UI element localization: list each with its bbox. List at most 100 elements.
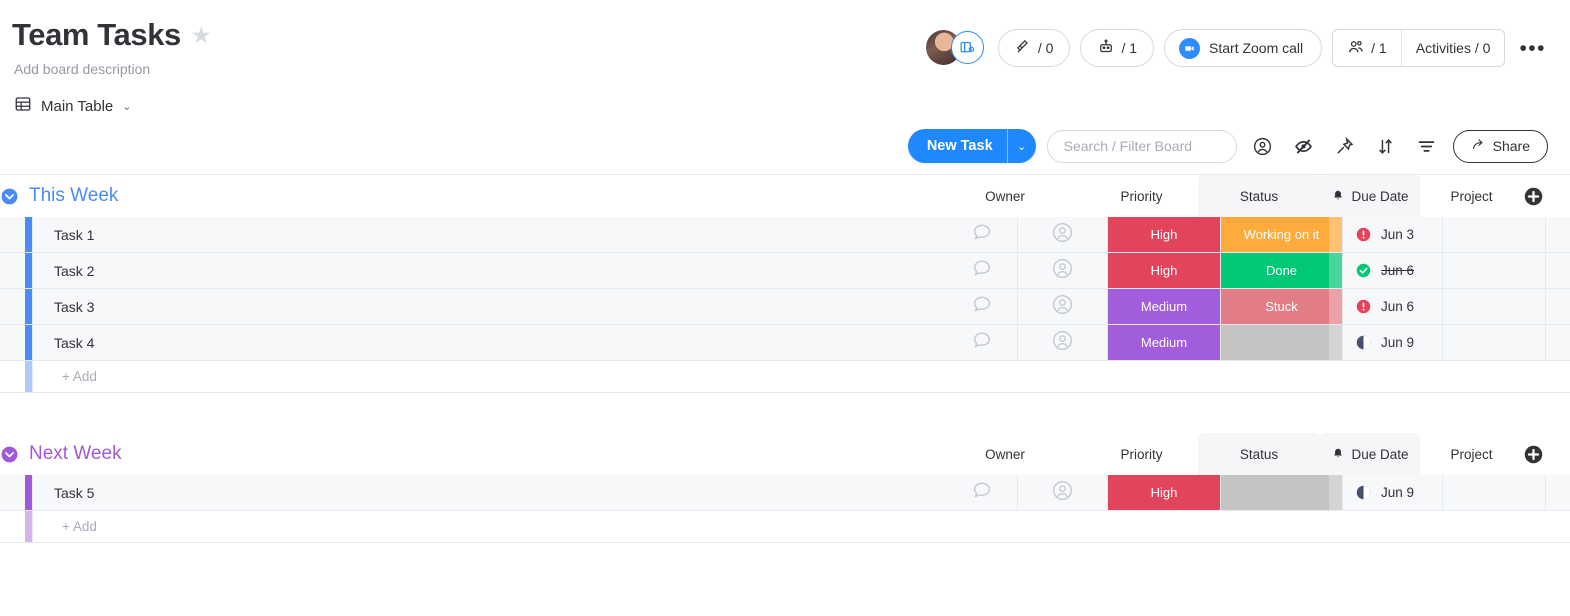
column-header-project[interactable]: Project: [1420, 433, 1523, 475]
add-task-row[interactable]: + Add: [0, 511, 1570, 544]
column-header-status[interactable]: Status: [1198, 433, 1320, 476]
task-name-cell[interactable]: Task 3: [32, 289, 947, 325]
search-box[interactable]: [1046, 129, 1237, 163]
group-title[interactable]: Next Week: [29, 443, 122, 465]
table-row[interactable]: Task 1 High Working on it Jun 3: [0, 217, 1570, 254]
owner-avatar-placeholder[interactable]: [1051, 329, 1074, 357]
priority-cell[interactable]: High: [1107, 475, 1220, 511]
column-header-status[interactable]: Status: [1198, 175, 1320, 218]
table-row[interactable]: Task 5 High Jun 9: [0, 475, 1570, 512]
extra-column-cell[interactable]: [1545, 217, 1570, 253]
extra-column-cell[interactable]: [1545, 475, 1570, 511]
conversation-bubble-icon[interactable]: [971, 257, 993, 284]
members-button[interactable]: / 1: [1333, 30, 1401, 66]
integrations-button[interactable]: / 0: [997, 29, 1071, 67]
priority-cell[interactable]: Medium: [1107, 289, 1220, 325]
extra-column-cell[interactable]: [1545, 325, 1570, 361]
conversation-cell[interactable]: [947, 289, 1017, 324]
filter-funnel-icon[interactable]: [1412, 131, 1442, 161]
due-date-cell[interactable]: Jun 9: [1342, 475, 1442, 511]
column-header-priority[interactable]: Priority: [1085, 433, 1198, 475]
add-task-label[interactable]: + Add: [32, 361, 1570, 393]
task-name-cell[interactable]: Task 4: [32, 325, 947, 361]
due-status-done-icon: [1355, 262, 1372, 279]
project-cell[interactable]: [1442, 289, 1545, 325]
owner-avatar-placeholder[interactable]: [1051, 293, 1074, 321]
column-header-due-date[interactable]: Due Date: [1320, 175, 1420, 218]
status-cell[interactable]: [1220, 325, 1342, 361]
conversation-cell[interactable]: [947, 253, 1017, 288]
conversation-cell[interactable]: [947, 475, 1017, 510]
due-date-cell[interactable]: Jun 9: [1342, 325, 1442, 361]
conversation-bubble-icon[interactable]: [971, 221, 993, 248]
extra-column-cell[interactable]: [1545, 289, 1570, 325]
conversation-cell[interactable]: [947, 325, 1017, 360]
add-task-row[interactable]: + Add: [0, 361, 1570, 394]
column-header-owner[interactable]: Owner: [925, 175, 1085, 217]
status-cell[interactable]: [1220, 475, 1342, 511]
owner-cell[interactable]: [1017, 289, 1107, 325]
column-header-due-date[interactable]: Due Date: [1320, 433, 1420, 476]
eye-off-icon[interactable]: [1289, 131, 1319, 161]
chevron-down-icon[interactable]: ⌄: [122, 100, 131, 113]
person-circle-icon[interactable]: [1248, 131, 1278, 161]
task-name-cell[interactable]: Task 1: [32, 217, 947, 253]
owner-cell[interactable]: [1017, 253, 1107, 289]
project-cell[interactable]: [1442, 253, 1545, 289]
extra-column-cell[interactable]: [1545, 253, 1570, 289]
table-row[interactable]: Task 4 Medium Jun 9: [0, 325, 1570, 362]
priority-cell[interactable]: High: [1107, 253, 1220, 289]
star-icon[interactable]: ★: [191, 23, 212, 47]
conversation-cell[interactable]: [947, 217, 1017, 252]
priority-cell[interactable]: Medium: [1107, 325, 1220, 361]
activities-button[interactable]: Activities / 0: [1400, 30, 1505, 66]
project-cell[interactable]: [1442, 217, 1545, 253]
search-input[interactable]: [1063, 138, 1220, 155]
priority-cell[interactable]: High: [1107, 217, 1220, 253]
new-task-dropdown-icon[interactable]: ⌄: [1006, 129, 1036, 164]
owner-avatar-placeholder[interactable]: [1051, 479, 1074, 507]
collapse-chevron-icon[interactable]: [0, 445, 19, 464]
start-zoom-call-button[interactable]: Start Zoom call: [1164, 29, 1323, 67]
owner-cell[interactable]: [1017, 475, 1107, 511]
group-title[interactable]: This Week: [29, 185, 118, 207]
pin-icon[interactable]: [1330, 131, 1360, 161]
table-row[interactable]: Task 2 High Done Jun 6: [0, 253, 1570, 290]
project-cell[interactable]: [1442, 325, 1545, 361]
due-date-cell[interactable]: Jun 3: [1342, 217, 1442, 253]
sort-icon[interactable]: [1371, 131, 1401, 161]
project-cell[interactable]: [1442, 475, 1545, 511]
due-date-cell[interactable]: Jun 6: [1342, 253, 1442, 289]
add-task-label[interactable]: + Add: [32, 511, 1570, 543]
collapse-chevron-icon[interactable]: [0, 187, 19, 206]
conversation-bubble-icon[interactable]: [971, 479, 993, 506]
status-cell[interactable]: Stuck: [1220, 289, 1342, 325]
new-task-button[interactable]: New Task ⌄: [907, 129, 1036, 164]
due-date-cell[interactable]: Jun 6: [1342, 289, 1442, 325]
column-header-priority[interactable]: Priority: [1085, 175, 1198, 217]
group-header: Next Week Owner Priority Status Due Date…: [0, 433, 1570, 476]
owner-avatar-placeholder[interactable]: [1051, 221, 1074, 249]
column-header-owner[interactable]: Owner: [925, 433, 1085, 475]
task-name-cell[interactable]: Task 2: [32, 253, 947, 289]
status-chip: Stuck: [1221, 289, 1342, 325]
add-column-plus-icon[interactable]: [1523, 444, 1544, 465]
tab-main-table[interactable]: Main Table ⌄: [12, 91, 134, 121]
board-view-eye-icon[interactable]: [950, 31, 984, 64]
add-column-plus-icon[interactable]: [1523, 186, 1544, 207]
column-header-project[interactable]: Project: [1420, 175, 1523, 217]
owner-cell[interactable]: [1017, 325, 1107, 361]
task-name-cell[interactable]: Task 5: [32, 475, 947, 511]
owner-cell[interactable]: [1017, 217, 1107, 253]
owner-avatar-placeholder[interactable]: [1051, 257, 1074, 285]
conversation-bubble-icon[interactable]: [971, 293, 993, 320]
conversation-bubble-icon[interactable]: [971, 329, 993, 356]
board-more-menu-button[interactable]: •••: [1515, 38, 1550, 59]
row-color-bar: [25, 325, 32, 361]
share-button[interactable]: Share: [1452, 129, 1548, 163]
table-row[interactable]: Task 3 Medium Stuck Jun 6: [0, 289, 1570, 326]
zoom-camera-icon: [1179, 37, 1201, 59]
status-cell[interactable]: Done: [1220, 253, 1342, 289]
status-cell[interactable]: Working on it: [1220, 217, 1342, 253]
automations-button[interactable]: / 1: [1080, 29, 1155, 67]
